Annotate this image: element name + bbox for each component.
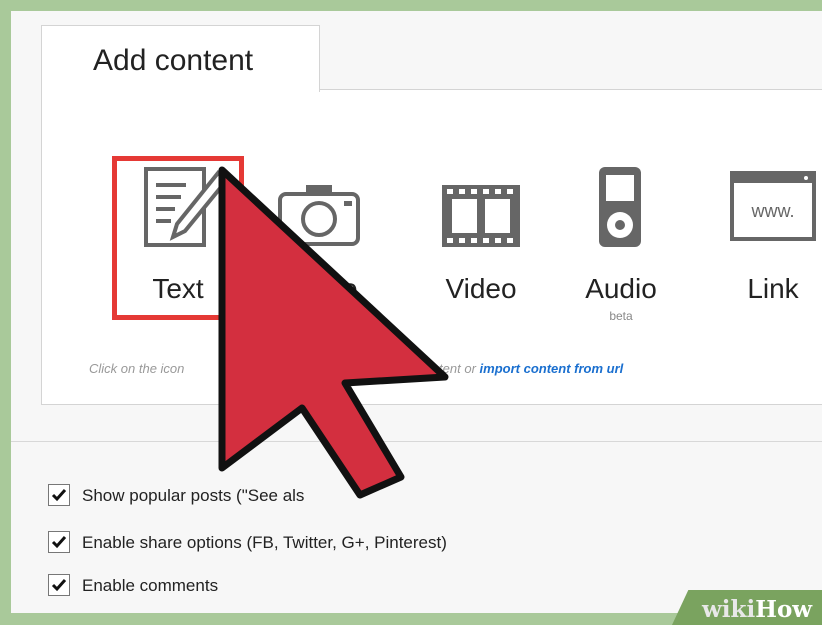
wikihow-watermark: wikiHow <box>702 596 813 623</box>
cursor-arrow-icon <box>218 166 449 499</box>
